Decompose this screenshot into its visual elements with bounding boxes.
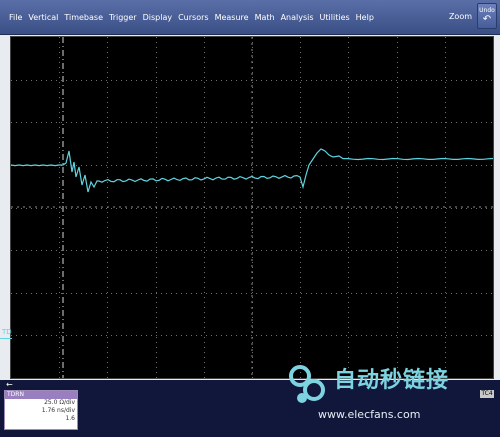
- menu-utilities[interactable]: Utilities: [317, 13, 353, 22]
- menu-cursors[interactable]: Cursors: [175, 13, 211, 22]
- menu-list: File Vertical Timebase Trigger Display C…: [6, 0, 377, 34]
- undo-button[interactable]: Undo ↶: [477, 3, 497, 29]
- channel-timebase: 1.76 ns/div: [41, 407, 75, 414]
- undo-label: Undo: [479, 7, 495, 14]
- watermark-site: www.elecfans.com: [318, 408, 421, 421]
- oscilloscope-window: File Vertical Timebase Trigger Display C…: [0, 0, 500, 437]
- menu-vertical[interactable]: Vertical: [25, 13, 61, 22]
- watermark-title: 自动秒链接: [334, 368, 450, 393]
- watermark-logo: 自动秒链接: [286, 354, 496, 414]
- menu-file[interactable]: File: [6, 13, 25, 22]
- ground-level-marker[interactable]: TD: [2, 329, 12, 336]
- ground-level-tick: [0, 338, 12, 339]
- menu-math[interactable]: Math: [252, 13, 278, 22]
- waveform-display[interactable]: [10, 36, 494, 379]
- menu-help[interactable]: Help: [353, 13, 377, 22]
- undo-icon: ↶: [482, 14, 492, 25]
- menu-measure[interactable]: Measure: [212, 13, 252, 22]
- watermark-emblem-icon: [289, 365, 325, 403]
- waveform-graticule: [11, 37, 493, 378]
- channel-value: 1.6: [65, 415, 75, 422]
- channel-vertical-scale: 25.0 Ω/div: [44, 399, 75, 406]
- channel-name: TDRN: [5, 391, 77, 399]
- menu-display[interactable]: Display: [140, 13, 176, 22]
- channel-readout[interactable]: TDRN 25.0 Ω/div 1.76 ns/div 1.6: [4, 390, 78, 430]
- menu-trigger[interactable]: Trigger: [106, 13, 140, 22]
- scroll-left-icon[interactable]: ←: [6, 380, 13, 389]
- menu-analysis[interactable]: Analysis: [278, 13, 317, 22]
- menu-timebase[interactable]: Timebase: [61, 13, 106, 22]
- menu-bar: File Vertical Timebase Trigger Display C…: [0, 0, 500, 35]
- zoom-button[interactable]: Zoom: [449, 12, 472, 21]
